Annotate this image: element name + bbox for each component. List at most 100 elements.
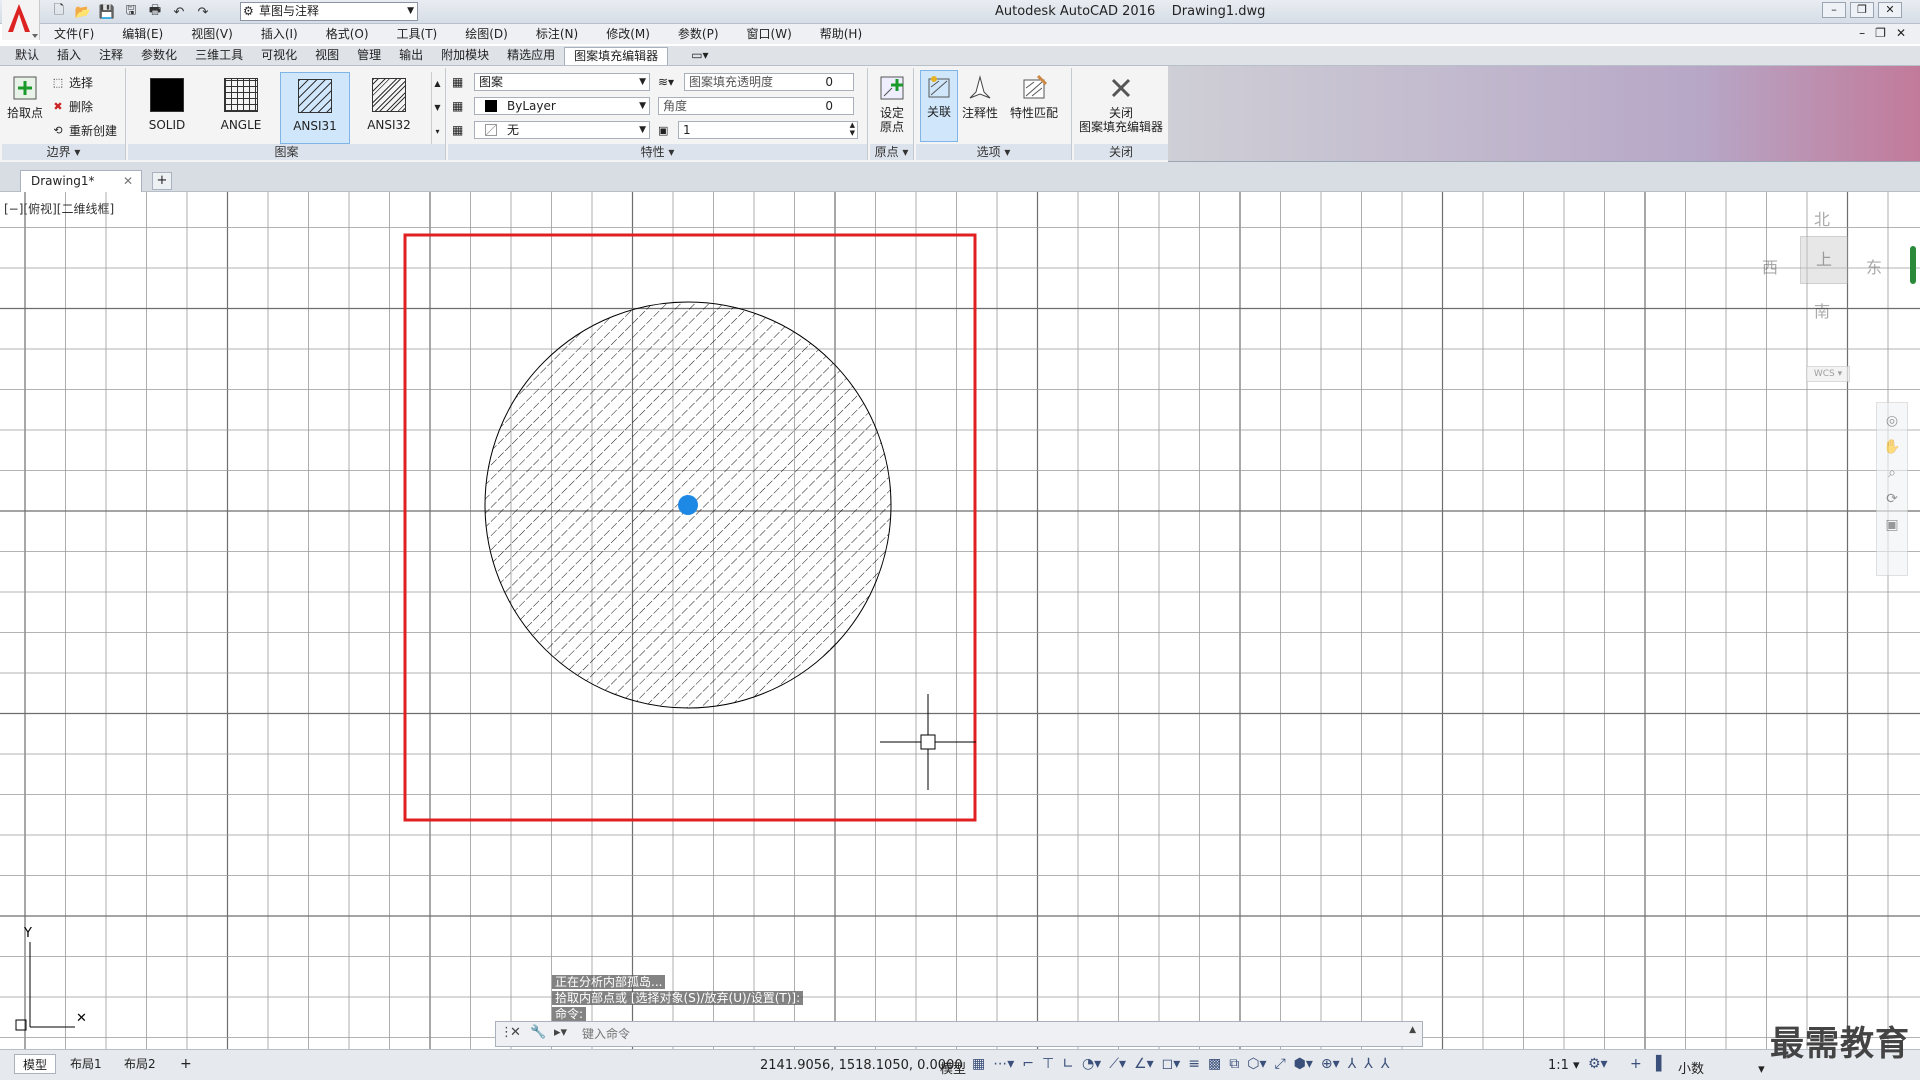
close-icon[interactable]: ✕ [123,171,133,191]
document-window-button[interactable]: ❐ [1875,26,1886,40]
new-tab-button[interactable]: + [152,172,172,190]
ribbon-tab[interactable]: 三维工具 [186,47,252,65]
3d-osnap-icon[interactable]: ⬡▾ [1247,1056,1266,1072]
viewcube-south[interactable]: 南 [1814,298,1830,322]
spinner-icon[interactable]: ▲ ▼ [850,121,855,137]
open-icon[interactable]: 📂 [74,3,92,21]
add-layout-button[interactable]: + [172,1054,200,1074]
ribbon-tab[interactable]: 精选应用 [498,47,564,65]
menu-item[interactable]: 格式(O) [316,24,379,44]
hatch-type-select[interactable]: 图案 ▼ [474,73,650,91]
menu-item[interactable]: 窗口(W) [737,24,802,44]
associative-button[interactable]: 关联 [920,70,958,142]
object-snap-tracking-icon[interactable]: ∠▾ [1134,1056,1154,1072]
set-origin-button[interactable]: 设定 原点 [872,72,912,134]
menu-item[interactable]: 修改(M) [596,24,660,44]
hatch-color-select[interactable]: ByLayer ▼ [474,97,650,115]
ortho-icon[interactable]: ∟ [1062,1056,1074,1072]
select-boundary-button[interactable]: ⬚ 选择 [50,74,93,91]
pattern-scroll[interactable]: ▲ ▼ ▾ [431,72,443,144]
menu-item[interactable]: 参数(P) [668,24,729,44]
ribbon-tab[interactable]: 图案填充编辑器 [564,47,669,65]
menu-item[interactable]: 帮助(H) [810,24,872,44]
pattern-ansi32[interactable]: ANSI32 [354,72,424,144]
ribbon-tab[interactable]: 插入 [48,47,90,65]
layout-tab-2[interactable]: 布局2 [116,1054,164,1074]
ribbon-tab[interactable]: 参数化 [132,47,186,65]
auto-scale-icon[interactable]: ⅄ [1364,1056,1373,1072]
viewcube-west[interactable]: 西 [1762,254,1778,278]
model-space-toggle[interactable]: 模型 [940,1058,966,1077]
background-color-select[interactable]: 无 ▼ [474,121,650,139]
coordinate-readout[interactable]: 2141.9056, 1518.1050, 0.0000 [760,1058,963,1073]
annotation-scale-icon[interactable]: ⅄ [1381,1056,1390,1072]
layout-tab-1[interactable]: 布局1 [62,1054,110,1074]
menu-item[interactable]: 插入(I) [251,24,308,44]
dynamic-ucs-icon[interactable]: ⤢ [1274,1056,1285,1072]
viewcube-east[interactable]: 东 [1866,254,1882,278]
close-hatch-editor-button[interactable]: 关闭 图案填充编辑器 [1076,72,1166,134]
options-panel-title[interactable]: 选项 ▾ [916,144,1071,160]
viewcube-north[interactable]: 北 [1814,206,1830,230]
showmotion-icon[interactable]: ▣ [1885,517,1898,533]
gizmo-icon[interactable]: ⊕▾ [1321,1056,1340,1072]
scale-field[interactable]: 1 ▲ ▼ [678,121,858,139]
menu-item[interactable]: 绘图(D) [455,24,518,44]
canvas-scrollbar[interactable] [1910,246,1916,284]
annotation-monitor-icon[interactable]: + [1630,1056,1642,1072]
annotation-scale[interactable]: 1:1 ▾ [1548,1058,1580,1073]
pattern-solid[interactable]: SOLID [132,72,202,144]
units-selector[interactable]: 小数 ▾ [1678,1058,1765,1077]
workspace-selector[interactable]: ⚙ 草图与注释 ▼ [240,2,418,21]
minimize-button[interactable]: – [1822,2,1846,18]
annotative-button[interactable]: 注释性 [960,72,1000,120]
save-icon[interactable]: 💾 [98,3,116,21]
command-input[interactable] [582,1025,1382,1043]
menu-item[interactable]: 视图(V) [181,24,243,44]
wcs-menu[interactable]: WCS ▾ [1806,366,1850,382]
infer-constraints-icon[interactable]: ⌐ [1022,1056,1034,1072]
close-icon[interactable]: ✕ [510,1025,521,1040]
undo-icon[interactable]: ↶ [170,3,188,21]
pan-icon[interactable]: ✋ [1883,439,1900,455]
pick-point-button[interactable]: 拾取点 [4,72,46,120]
steering-wheel-icon[interactable]: ◎ [1886,413,1898,429]
boundary-panel-title[interactable]: 边界 ▾ [2,144,125,160]
viewport-controls[interactable]: [−][俯视][二维线框] [4,200,114,217]
redo-icon[interactable]: ↷ [194,3,212,21]
properties-panel-title[interactable]: 特性 ▾ [448,144,867,160]
ribbon-tab[interactable]: 管理 [348,47,390,65]
hatch-grip[interactable] [678,495,698,515]
annotation-visibility-icon[interactable]: ⅄ [1348,1056,1357,1072]
selection-cycling-icon[interactable]: ⧉ [1229,1056,1239,1072]
ribbon-tab[interactable]: 视图 [306,47,348,65]
document-window-button[interactable]: ✕ [1896,26,1906,40]
ribbon-tab[interactable]: 附加模块 [432,47,498,65]
lineweight-icon[interactable]: ≡ [1188,1056,1200,1072]
app-menu-button[interactable] [2,0,40,40]
transparency-icon[interactable]: ≋▾ [658,75,680,89]
customize-icon[interactable]: 🔧 [530,1025,546,1040]
isometric-icon[interactable]: ⟋▾ [1109,1056,1126,1072]
angle-field[interactable]: 角度 0 [658,97,854,115]
command-prompt-icon[interactable]: ▸▾ [554,1025,567,1040]
transparency-field[interactable]: 图案填充透明度 0 [684,73,854,91]
document-window-button[interactable]: – [1859,26,1865,40]
print-icon[interactable]: 🖶 [146,3,164,21]
menu-item[interactable]: 文件(F) [44,24,104,44]
close-button[interactable]: ✕ [1878,2,1902,18]
orbit-icon[interactable]: ⟳ [1886,491,1898,507]
drawing-area[interactable]: Y ✕ [−][俯视][二维线框] 北 西 东 南 上 WCS ▾ ◎ ✋ ⌕ … [0,192,1920,1049]
recreate-boundary-button[interactable]: ⟲ 重新创建 [50,122,117,139]
pattern-angle[interactable]: ANGLE [206,72,276,144]
snap-icon[interactable]: ⋯▾ [993,1056,1014,1072]
viewcube-face[interactable]: 上 [1800,236,1848,284]
drawing-canvas[interactable]: Y ✕ [0,192,1920,1049]
remove-boundary-button[interactable]: ✖ 删除 [50,98,93,115]
ribbon-tab[interactable]: 注释 [90,47,132,65]
pattern-ansi31[interactable]: ANSI31 [280,72,350,144]
menu-item[interactable]: 标注(N) [526,24,588,44]
layout-tab-model[interactable]: 模型 [14,1054,57,1074]
ribbon-tab[interactable]: 输出 [390,47,432,65]
selection-filter-icon[interactable]: ⬢▾ [1294,1056,1313,1072]
